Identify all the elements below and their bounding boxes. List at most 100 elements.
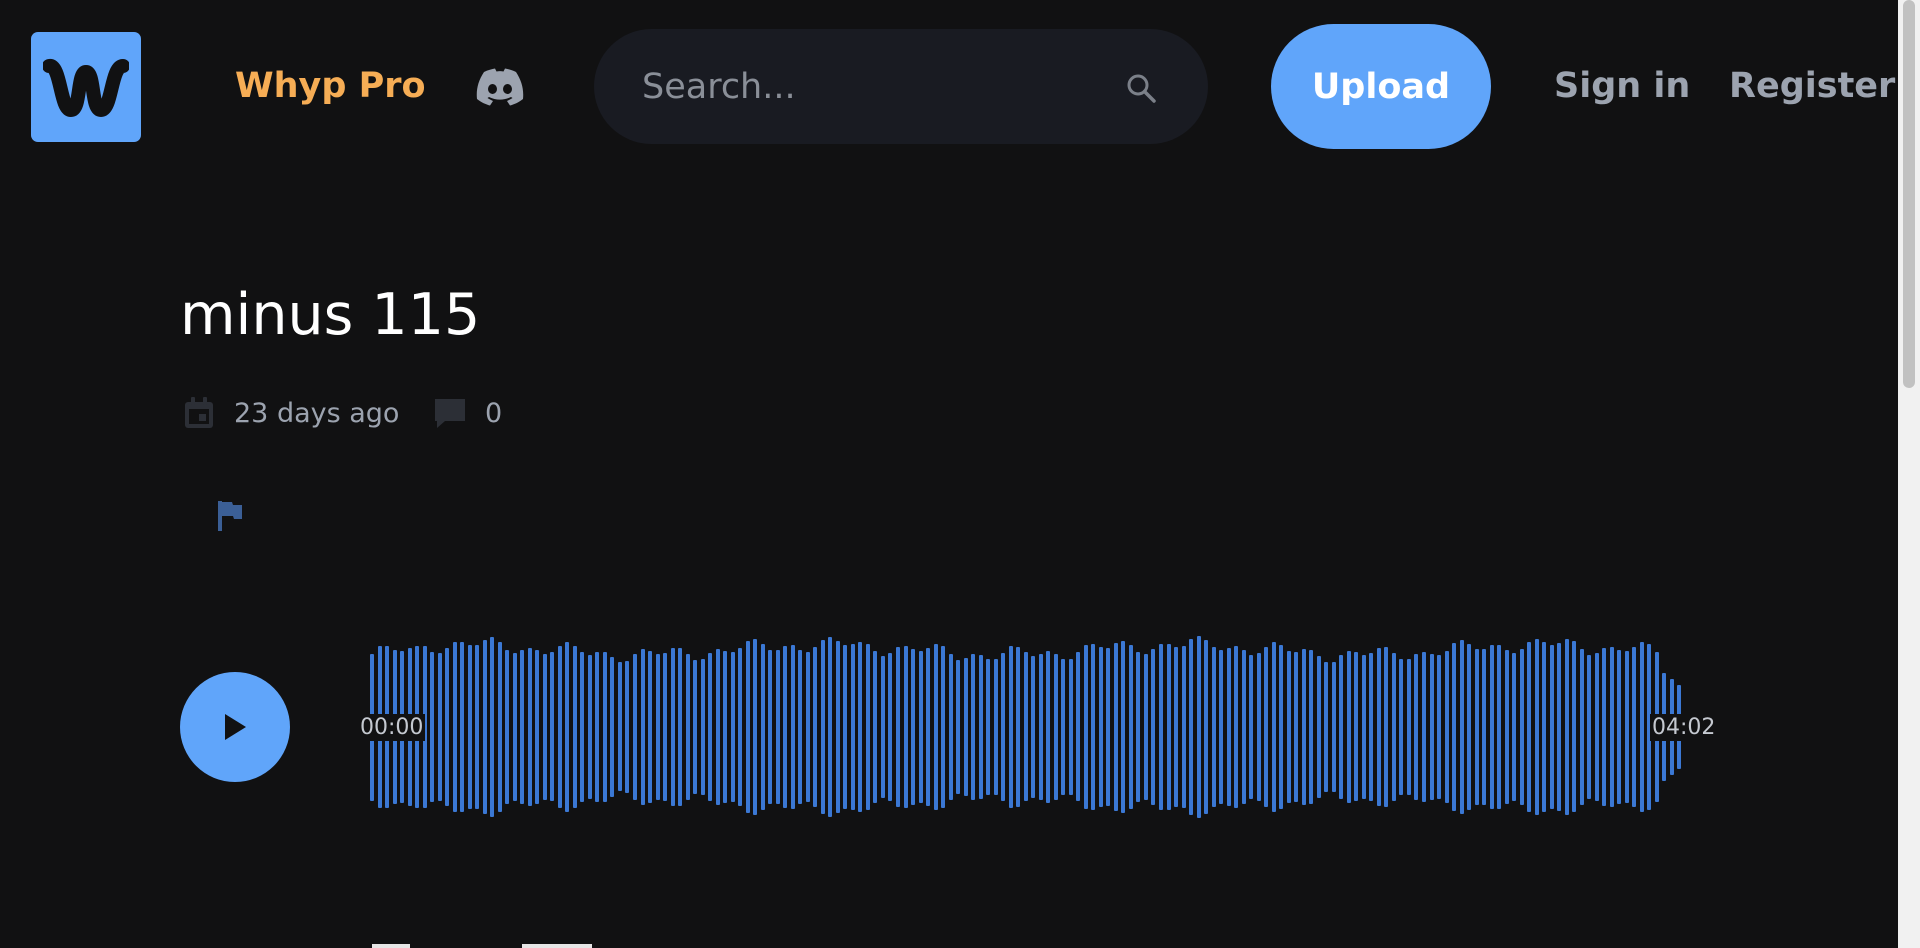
waveform-bar (482, 639, 487, 815)
comments-count[interactable]: 0 (485, 398, 502, 429)
waveform-bar (1331, 661, 1336, 793)
waveform-bar (1414, 654, 1419, 800)
waveform-bar (535, 650, 540, 804)
waveform-bar (978, 654, 983, 800)
register-link[interactable]: Register (1729, 66, 1895, 106)
waveform-bar (828, 637, 833, 817)
waveform-bar (1437, 655, 1442, 799)
calendar-icon (185, 397, 213, 428)
waveform-bar (1106, 647, 1111, 807)
search-icon[interactable] (1125, 72, 1157, 104)
waveform-bar (700, 659, 705, 795)
waveform-bar (617, 662, 622, 792)
sign-in-link[interactable]: Sign in (1554, 66, 1690, 106)
waveform-bar (1632, 647, 1637, 807)
search-bar (594, 29, 1208, 144)
waveform-bar (1519, 649, 1524, 805)
waveform-bar (527, 647, 532, 807)
waveform-bar (768, 649, 773, 805)
waveform-bar (1572, 641, 1577, 813)
waveform-bar (505, 649, 510, 805)
waveform-bar (1391, 652, 1396, 802)
waveform-bar (1422, 651, 1426, 803)
waveform-bar (790, 645, 795, 809)
waveform-bar (1639, 642, 1644, 812)
waveform-bar (1399, 658, 1404, 795)
current-time: 00:00 (358, 714, 426, 741)
waveform-bar (663, 652, 668, 802)
waveform-bar (1256, 653, 1261, 801)
waveform-bar (1008, 646, 1013, 808)
waveform-bar (1504, 650, 1509, 804)
waveform-bar (572, 645, 577, 809)
waveform-bar (437, 653, 442, 801)
scrollbar[interactable] (1898, 0, 1920, 948)
waveform-bar (1369, 653, 1374, 801)
waveform-bar (1602, 647, 1607, 807)
waveform-bar (693, 659, 698, 795)
waveform-bar (1579, 649, 1584, 805)
waveform-bar (730, 652, 735, 802)
waveform-bar (1316, 655, 1321, 799)
waveform-bar (678, 647, 683, 807)
waveform-bar (941, 646, 946, 808)
flag-icon[interactable] (215, 499, 245, 533)
play-button[interactable] (180, 672, 290, 782)
waveform-bar (1038, 653, 1043, 801)
waveform-bar (1023, 652, 1028, 802)
comment-icon[interactable] (433, 396, 467, 430)
waveform-bar (880, 656, 885, 798)
scrollbar-thumb[interactable] (1903, 0, 1915, 388)
waveform-bar (685, 653, 690, 801)
waveform-bar (933, 643, 938, 811)
waveform-bar (715, 649, 720, 805)
waveform-bar (738, 647, 743, 807)
waveform-bar (1309, 649, 1314, 805)
waveform-bar (843, 645, 848, 809)
posted-date: 23 days ago (234, 398, 400, 429)
waveform-bar (1031, 655, 1036, 798)
waveform-bar (948, 654, 953, 800)
waveform-bar (1444, 650, 1449, 804)
waveform-bar (1279, 644, 1284, 810)
waveform-bar (798, 649, 803, 805)
waveform[interactable] (370, 615, 1700, 840)
waveform-bar (1128, 644, 1133, 810)
waveform-bar (1624, 651, 1629, 803)
waveform-bar (602, 652, 607, 802)
waveform-bar (1053, 653, 1058, 801)
waveform-bar (1512, 653, 1517, 801)
waveform-bar (775, 649, 780, 805)
waveform-bar (1542, 641, 1547, 813)
upload-button[interactable]: Upload (1271, 24, 1491, 149)
waveform-bar (633, 653, 637, 801)
waveform-bar (1196, 635, 1201, 819)
waveform-bar (1211, 647, 1216, 807)
waveform-bar (1587, 654, 1592, 800)
waveform-bar (475, 644, 480, 810)
waveform-bar (1482, 648, 1487, 806)
waveform-bar (1324, 661, 1329, 792)
whyp-logo[interactable] (31, 32, 141, 142)
waveform-bar (1143, 653, 1148, 801)
waveform-bar (820, 639, 825, 815)
whyp-pro-link[interactable]: Whyp Pro (235, 66, 426, 106)
waveform-bar (956, 659, 961, 795)
waveform-bar (1234, 646, 1239, 808)
waveform-bar (1429, 653, 1434, 801)
waveform-bar (1557, 642, 1562, 812)
waveform-bar (753, 639, 758, 815)
waveform-bar (595, 652, 600, 802)
waveform-bar (565, 642, 570, 812)
waveform-bar (963, 658, 968, 796)
waveform-bar (580, 652, 585, 802)
waveform-bar (1617, 650, 1622, 804)
waveform-bar (888, 653, 893, 801)
waveform-bar (1406, 659, 1411, 795)
discord-icon[interactable] (476, 68, 524, 106)
waveform-bar (1219, 650, 1224, 804)
waveform-bar (1339, 655, 1344, 799)
search-input[interactable] (640, 59, 1114, 115)
waveform-bar (858, 641, 863, 813)
waveform-bar (708, 653, 713, 801)
